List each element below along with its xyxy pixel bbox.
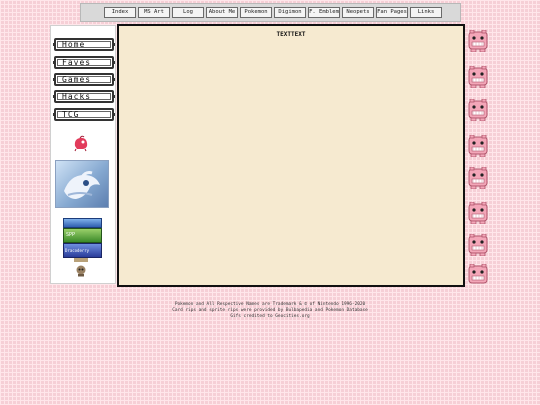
- badge-dracoderry[interactable]: Dracoderry: [63, 243, 102, 258]
- nav-about-me-button[interactable]: About Me: [206, 7, 238, 18]
- sidebar-item-games[interactable]: Games: [53, 73, 115, 86]
- page-title: TEXTTEXT: [276, 31, 306, 38]
- bird-silhouette-icon: [64, 171, 100, 199]
- nav-ms-art-button[interactable]: MS Art: [138, 7, 170, 18]
- pink-monster-icon: [468, 234, 488, 256]
- sidebar-item-home[interactable]: Home: [53, 38, 115, 51]
- sidebar-item-hacks[interactable]: Hacks: [53, 90, 115, 103]
- pink-monster-icon: [468, 30, 488, 52]
- footer-gif-credits: Gifs credited to Geocities.org: [230, 314, 310, 320]
- small-creature-icon: [76, 265, 86, 277]
- sidebar-item-tcg[interactable]: TCG: [53, 108, 115, 121]
- nav-fan-pages-button[interactable]: Fan Pages: [376, 7, 408, 18]
- pink-monster-icon: [468, 66, 488, 88]
- pink-monster-icon: [468, 202, 488, 224]
- nav-digimon-button[interactable]: Digimon: [274, 7, 306, 18]
- pink-monster-icon: [468, 135, 488, 157]
- nav-links-button[interactable]: Links: [410, 7, 442, 18]
- left-sidebar: Home Faves Games Hacks TCG SPP Dracoderr…: [50, 25, 116, 284]
- badge-top[interactable]: [63, 218, 102, 228]
- nav-pokemon-button[interactable]: Pokemon: [240, 7, 272, 18]
- pink-monster-icon: [468, 99, 488, 121]
- nav-neopets-button[interactable]: Neopets: [342, 7, 374, 18]
- nav-fire-emblem-button[interactable]: F. Emblem: [308, 7, 340, 18]
- pink-sprite-icon: [74, 135, 88, 152]
- badge-spp[interactable]: SPP: [63, 228, 102, 243]
- top-nav-bar: Index MS Art Log About Me Pokemon Digimo…: [80, 3, 461, 22]
- nav-index-button[interactable]: Index: [104, 7, 136, 18]
- pink-monster-icon: [468, 264, 488, 284]
- pink-monster-icon: [468, 167, 488, 189]
- sidebar-item-faves[interactable]: Faves: [53, 56, 115, 69]
- main-content-panel: TEXTTEXT: [117, 24, 465, 287]
- nav-log-button[interactable]: Log: [172, 7, 204, 18]
- badge-divider: [74, 258, 88, 262]
- bird-picture: [55, 160, 109, 208]
- footer: Pokemon and All Respective Names are Tra…: [117, 302, 423, 321]
